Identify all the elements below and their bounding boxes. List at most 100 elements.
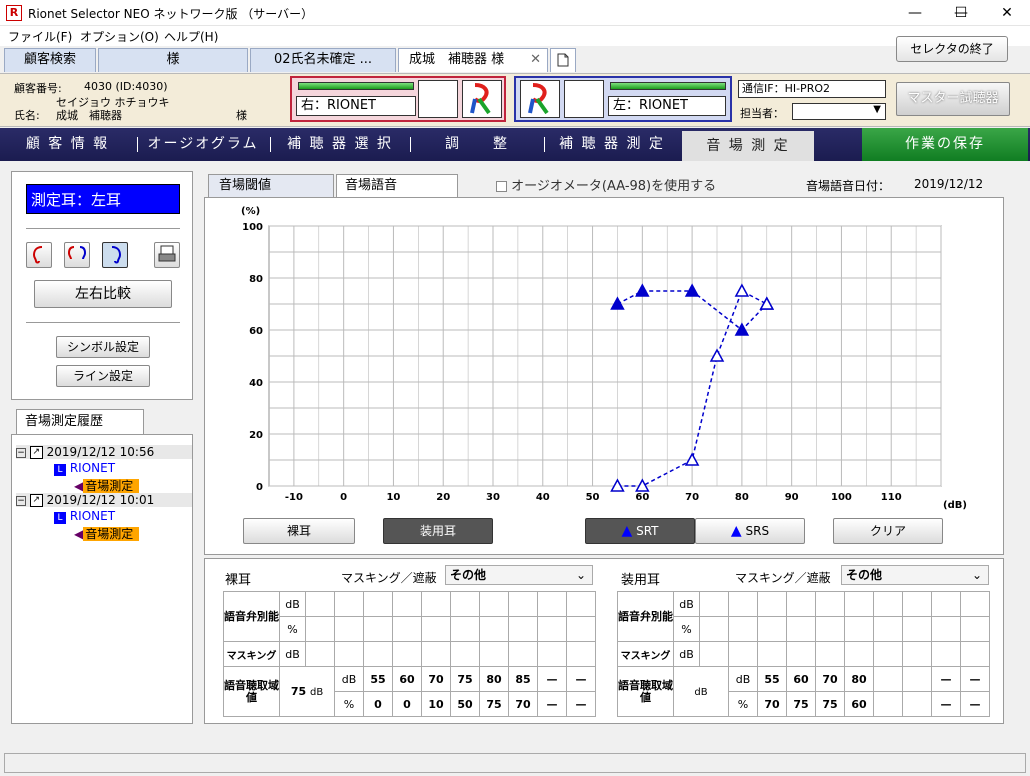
- empty-cell[interactable]: [305, 641, 335, 667]
- pct-value-cell[interactable]: 50: [450, 691, 480, 717]
- empty-cell[interactable]: [844, 591, 874, 617]
- threshold-cell[interactable]: dB: [673, 666, 729, 717]
- compare-lr-button[interactable]: 左右比較: [34, 280, 172, 308]
- empty-cell[interactable]: [537, 641, 567, 667]
- empty-cell[interactable]: [508, 616, 538, 642]
- bare-masking-select[interactable]: その他 ⌄: [445, 565, 593, 585]
- db-value-cell[interactable]: —: [537, 666, 567, 692]
- empty-cell[interactable]: [334, 641, 364, 667]
- empty-cell[interactable]: [960, 641, 990, 667]
- db-value-cell[interactable]: —: [960, 666, 990, 692]
- pct-value-cell[interactable]: 75: [815, 691, 845, 717]
- maximize-button[interactable]: ☐: [938, 0, 984, 26]
- empty-cell[interactable]: [728, 641, 758, 667]
- checkbox-icon[interactable]: [496, 181, 507, 192]
- empty-cell[interactable]: [815, 591, 845, 617]
- menu-options[interactable]: オプション(O): [80, 28, 159, 45]
- pct-value-cell[interactable]: —: [960, 691, 990, 717]
- empty-cell[interactable]: [450, 591, 480, 617]
- db-value-cell[interactable]: 70: [815, 666, 845, 692]
- empty-cell[interactable]: [421, 591, 451, 617]
- empty-cell[interactable]: [931, 591, 961, 617]
- pct-value-cell[interactable]: 75: [479, 691, 509, 717]
- empty-cell[interactable]: [815, 641, 845, 667]
- empty-cell[interactable]: [479, 591, 509, 617]
- history-entry[interactable]: − ↗ 2019/12/12 10:56: [16, 445, 192, 459]
- left-ear-device[interactable]: 左：RIONET: [514, 76, 732, 122]
- empty-cell[interactable]: [931, 616, 961, 642]
- empty-cell[interactable]: [902, 641, 932, 667]
- empty-cell[interactable]: [305, 616, 335, 642]
- collapse-icon[interactable]: −: [16, 447, 26, 458]
- srt-button[interactable]: ▲ SRT: [585, 518, 695, 544]
- history-item[interactable]: ◀ 音場測定: [74, 525, 140, 542]
- nav-hearing-aid-measure[interactable]: 補 聴 器 測 定: [546, 128, 678, 161]
- empty-cell[interactable]: [844, 641, 874, 667]
- db-value-cell[interactable]: [902, 666, 932, 692]
- save-work-button[interactable]: 作業の保存: [862, 128, 1028, 161]
- tab-sound-field-threshold[interactable]: 音場閾値: [208, 174, 334, 198]
- threshold-cell[interactable]: 75 dB: [279, 666, 335, 717]
- pct-value-cell[interactable]: 0: [392, 691, 422, 717]
- empty-cell[interactable]: [699, 591, 729, 617]
- history-device[interactable]: L RIONET: [54, 509, 115, 524]
- both-ears-icon[interactable]: [64, 242, 90, 268]
- pct-value-cell[interactable]: 75: [786, 691, 816, 717]
- empty-cell[interactable]: [873, 616, 903, 642]
- empty-cell[interactable]: [363, 641, 393, 667]
- collapse-icon[interactable]: −: [16, 495, 26, 506]
- clear-button[interactable]: クリア: [833, 518, 943, 544]
- db-value-cell[interactable]: 60: [392, 666, 422, 692]
- db-value-cell[interactable]: 55: [757, 666, 787, 692]
- db-value-cell[interactable]: 60: [786, 666, 816, 692]
- aided-masking-select[interactable]: その他 ⌄: [841, 565, 989, 585]
- empty-cell[interactable]: [363, 591, 393, 617]
- empty-cell[interactable]: [363, 616, 393, 642]
- nav-sound-field-measure[interactable]: 音 場 測 定: [682, 131, 814, 161]
- db-value-cell[interactable]: [873, 666, 903, 692]
- master-hearing-aid-button[interactable]: マスター試聴器: [896, 82, 1010, 116]
- empty-cell[interactable]: [566, 641, 596, 667]
- tab-customer-unnamed[interactable]: 02氏名未確定 ...: [250, 48, 396, 72]
- db-value-cell[interactable]: 80: [479, 666, 509, 692]
- empty-cell[interactable]: [566, 616, 596, 642]
- empty-cell[interactable]: [566, 591, 596, 617]
- pct-value-cell[interactable]: 70: [757, 691, 787, 717]
- empty-cell[interactable]: [902, 591, 932, 617]
- print-icon[interactable]: [154, 242, 180, 268]
- empty-cell[interactable]: [392, 616, 422, 642]
- close-tab-icon[interactable]: ✕: [530, 49, 541, 71]
- empty-cell[interactable]: [508, 641, 538, 667]
- empty-cell[interactable]: [508, 591, 538, 617]
- empty-cell[interactable]: [334, 591, 364, 617]
- bare-ear-button[interactable]: 裸耳: [243, 518, 355, 544]
- db-value-cell[interactable]: 75: [450, 666, 480, 692]
- empty-cell[interactable]: [537, 591, 567, 617]
- db-value-cell[interactable]: 70: [421, 666, 451, 692]
- empty-cell[interactable]: [728, 616, 758, 642]
- empty-cell[interactable]: [537, 616, 567, 642]
- empty-cell[interactable]: [699, 616, 729, 642]
- tab-sound-field-speech[interactable]: 音場語音: [336, 174, 458, 198]
- empty-cell[interactable]: [757, 591, 787, 617]
- empty-cell[interactable]: [757, 616, 787, 642]
- empty-cell[interactable]: [960, 616, 990, 642]
- db-value-cell[interactable]: —: [931, 666, 961, 692]
- menu-help[interactable]: ヘルプ(H): [164, 28, 218, 45]
- db-value-cell[interactable]: 80: [844, 666, 874, 692]
- audiometer-checkbox[interactable]: オージオメータ(AA-98)を使用する: [496, 175, 716, 194]
- tab-customer-blank[interactable]: 様: [98, 48, 248, 72]
- nav-hearing-aid-select[interactable]: 補 聴 器 選 択: [272, 128, 408, 161]
- empty-cell[interactable]: [479, 641, 509, 667]
- close-button[interactable]: ✕: [984, 0, 1030, 26]
- empty-cell[interactable]: [421, 616, 451, 642]
- tab-customer-seijo[interactable]: 成城 補聴器 様 ✕: [398, 48, 548, 72]
- empty-cell[interactable]: [392, 591, 422, 617]
- right-ear-icon[interactable]: [26, 242, 52, 268]
- empty-cell[interactable]: [815, 616, 845, 642]
- empty-cell[interactable]: [902, 616, 932, 642]
- empty-cell[interactable]: [728, 591, 758, 617]
- empty-cell[interactable]: [844, 616, 874, 642]
- empty-cell[interactable]: [873, 641, 903, 667]
- pct-value-cell[interactable]: 60: [844, 691, 874, 717]
